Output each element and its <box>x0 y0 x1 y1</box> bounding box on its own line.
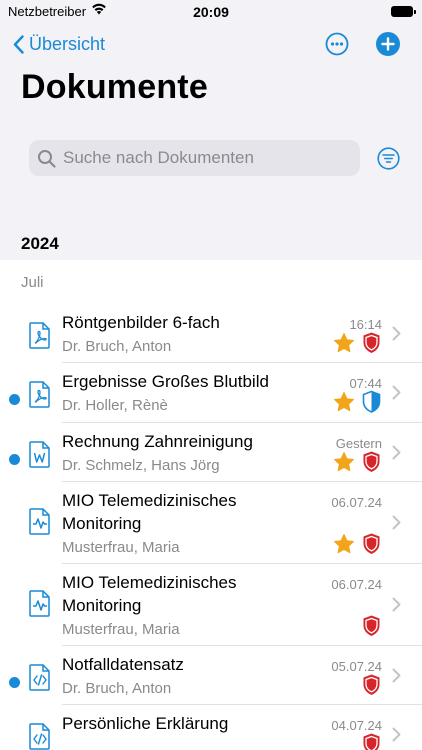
document-date: 07:44 <box>349 376 382 391</box>
chevron-right-icon <box>392 727 401 742</box>
battery-icon <box>391 6 416 17</box>
page-title: Dokumente <box>21 68 208 106</box>
pdf-icon <box>29 381 51 408</box>
document-name: Notfalldatensatz <box>62 655 184 674</box>
shield-icon <box>361 331 382 354</box>
more-options-icon[interactable] <box>325 32 349 56</box>
pdf-icon <box>29 322 51 349</box>
navigation-bar: Übersicht <box>0 30 422 58</box>
document-name: MIO Telemedizinisches Monitoring <box>62 573 237 615</box>
document-author: Dr. Bruch, Anton <box>62 338 172 355</box>
search-input[interactable] <box>61 147 345 169</box>
star-icon[interactable] <box>333 451 355 473</box>
document-name: Persönliche Erklärung <box>62 714 229 733</box>
shield-icon <box>361 450 382 473</box>
monitoring-icon <box>29 508 51 535</box>
chevron-right-icon <box>392 515 401 530</box>
chevron-right-icon <box>392 668 401 683</box>
document-row[interactable]: Notfalldatensatz Dr. Bruch, Anton 05.07.24 <box>0 646 422 705</box>
chevron-right-icon <box>392 385 401 400</box>
monitoring-icon <box>29 590 51 617</box>
back-button-label: Übersicht <box>29 33 106 54</box>
status-bar: Netzbetreiber 20:09 <box>0 0 422 24</box>
search-icon <box>38 149 56 168</box>
document-name: Ergebnisse Großes Blutbild <box>62 372 269 391</box>
document-date: 04.07.24 <box>331 718 382 733</box>
document-name: Röntgenbilder 6-fach <box>62 313 220 332</box>
code-icon <box>29 723 51 750</box>
shield-icon <box>361 732 382 750</box>
document-date: 05.07.24 <box>331 659 382 674</box>
shield-icon <box>361 390 382 413</box>
unread-indicator <box>9 454 20 465</box>
document-date: 06.07.24 <box>331 495 382 510</box>
clock: 20:09 <box>193 4 229 20</box>
document-row[interactable]: Rechnung Zahnreinigung Dr. Schmelz, Hans … <box>0 423 422 482</box>
document-row[interactable]: Ergebnisse Großes Blutbild Dr. Holler, Rè… <box>0 363 422 423</box>
document-author: Musterfrau, Maria <box>62 621 180 638</box>
shield-icon <box>361 532 382 555</box>
document-date: Gestern <box>335 436 382 451</box>
document-row[interactable]: MIO Telemedizinisches Monitoring Musterfr… <box>0 564 422 646</box>
chevron-left-icon <box>13 34 24 54</box>
year-header: 2024 <box>21 234 59 253</box>
document-name: MIO Telemedizinisches Monitoring <box>62 491 237 533</box>
star-icon[interactable] <box>333 391 355 413</box>
chevron-right-icon <box>392 445 401 460</box>
code-icon <box>29 664 51 691</box>
chevron-right-icon <box>392 597 401 612</box>
unread-indicator <box>9 394 20 405</box>
word-icon <box>29 441 51 468</box>
document-date: 06.07.24 <box>331 577 382 592</box>
document-list: Juli Röntgenbilder 6-fach Dr. Bruch, Anto… <box>0 260 422 750</box>
chevron-right-icon <box>392 326 401 341</box>
document-row[interactable]: MIO Telemedizinisches Monitoring Musterfr… <box>0 482 422 564</box>
document-row[interactable]: Persönliche Erklärung 04.07.24 <box>0 705 422 750</box>
document-author: Musterfrau, Maria <box>62 539 180 556</box>
month-header: Juli <box>21 274 44 291</box>
back-button[interactable]: Übersicht <box>13 30 105 58</box>
document-row[interactable]: Röntgenbilder 6-fach Dr. Bruch, Anton 16:1… <box>0 304 422 363</box>
filter-icon[interactable] <box>377 147 400 170</box>
star-icon[interactable] <box>333 332 355 354</box>
shield-icon <box>361 614 382 637</box>
star-icon[interactable] <box>333 533 355 555</box>
shield-icon <box>361 673 382 696</box>
document-author: Dr. Holler, Rènè <box>62 397 168 414</box>
document-author: Dr. Schmelz, Hans Jörg <box>62 457 220 474</box>
unread-indicator <box>9 677 20 688</box>
document-author: Dr. Bruch, Anton <box>62 680 172 697</box>
search-field[interactable] <box>29 140 360 176</box>
document-date: 16:14 <box>349 317 382 332</box>
add-document-icon[interactable] <box>376 32 400 56</box>
document-name: Rechnung Zahnreinigung <box>62 432 253 451</box>
